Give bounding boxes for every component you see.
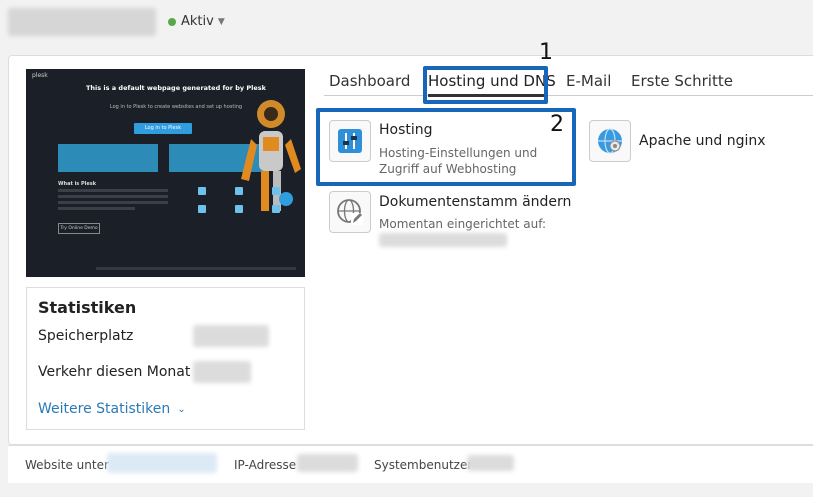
website-at-label: Website unter	[25, 458, 109, 472]
statistics-panel: Statistiken Speicherplatz Verkehr diesen…	[26, 287, 305, 430]
tab-getting-started[interactable]: Erste Schritte	[631, 72, 733, 90]
globe-gear-icon[interactable]	[589, 120, 631, 162]
apache-nginx-link[interactable]: Apache und nginx	[639, 133, 766, 149]
preview-small-icon	[271, 187, 280, 195]
preview-title: This is a default webpage generated for …	[86, 84, 266, 92]
preview-what-heading: What is Plesk	[58, 181, 97, 187]
annotation-box-1	[423, 66, 548, 104]
document-root-description: Momentan eingerichtet auf:	[379, 217, 547, 231]
preview-footer-line	[96, 267, 296, 270]
preview-small-icon	[234, 187, 243, 195]
tab-email[interactable]: E-Mail	[566, 72, 611, 90]
storage-label: Speicherplatz	[38, 328, 134, 344]
preview-small-icon	[198, 205, 207, 213]
change-document-root-link[interactable]: Dokumentenstamm ändern	[379, 194, 571, 210]
preview-icon-grid	[184, 187, 294, 213]
document-root-path-redacted	[379, 233, 507, 247]
domain-name-redacted	[8, 8, 156, 36]
preview-demo-button: Try Online Demo	[58, 223, 100, 234]
storage-value-redacted	[193, 325, 269, 347]
system-user-redacted	[467, 455, 514, 471]
preview-small-icon	[234, 205, 243, 213]
preview-info-box	[58, 144, 158, 172]
preview-paragraph	[58, 189, 168, 213]
website-url-redacted[interactable]	[107, 453, 217, 473]
chevron-down-icon: ▼	[217, 16, 225, 27]
tab-dashboard[interactable]: Dashboard	[329, 72, 410, 90]
tab-bar: Dashboard Hosting und DNS E-Mail Erste S…	[324, 72, 813, 97]
more-statistics-link[interactable]: Weitere Statistiken ⌄	[38, 401, 186, 417]
statistics-title: Statistiken	[38, 298, 137, 317]
traffic-label: Verkehr diesen Monat	[38, 364, 191, 380]
preview-small-icon	[198, 187, 207, 195]
ip-address-label: IP-Adresse	[234, 458, 297, 472]
annotation-number-2: 2	[550, 112, 564, 137]
preview-small-icon	[271, 205, 280, 213]
more-statistics-label: Weitere Statistiken	[38, 401, 171, 417]
chevron-down-icon: ⌄	[177, 403, 186, 415]
annotation-number-1: 1	[539, 40, 553, 65]
preview-brand: plesk	[32, 72, 48, 79]
ip-address-redacted	[297, 454, 358, 472]
status-dropdown[interactable]: Aktiv ▼	[168, 14, 225, 29]
status-label: Aktiv	[181, 14, 214, 29]
preview-login-button: Log in to Plesk	[134, 123, 192, 134]
globe-edit-icon[interactable]	[329, 191, 371, 233]
traffic-value-redacted	[193, 361, 251, 383]
website-preview[interactable]: plesk This is a default webpage generate…	[26, 69, 305, 277]
annotation-box-2	[316, 108, 576, 186]
status-dot-icon	[168, 17, 176, 26]
preview-subtitle: Log in to Plesk to create websites and s…	[109, 104, 243, 110]
system-user-label: Systembenutzer	[374, 458, 473, 472]
